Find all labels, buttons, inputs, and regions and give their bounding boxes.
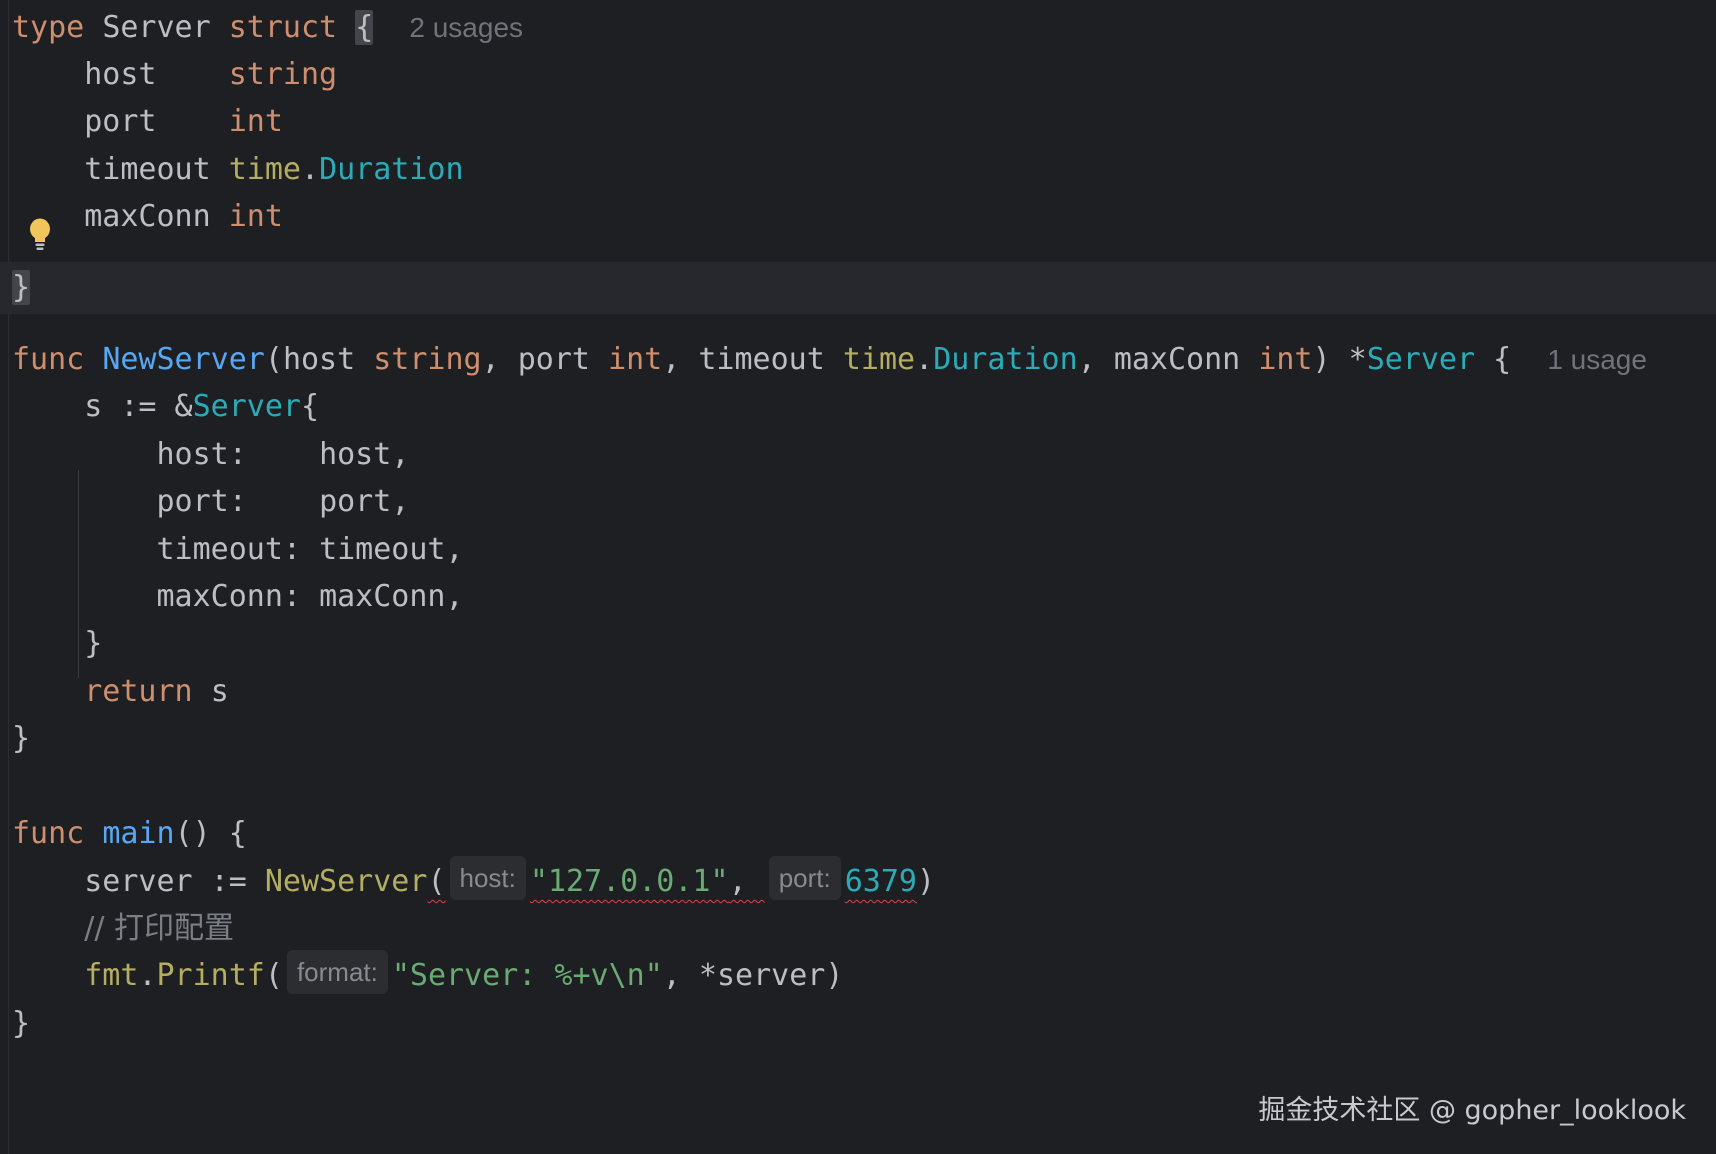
usages-inlay[interactable]: 2 usages	[409, 12, 523, 43]
param-port: port	[517, 342, 590, 377]
field-key-timeout: timeout	[156, 532, 283, 567]
code-line-13[interactable]: maxConn: maxConn,	[12, 571, 464, 623]
func-main[interactable]: main	[102, 816, 174, 851]
code-line-3[interactable]: port int	[12, 96, 283, 148]
call-printf[interactable]: Printf	[157, 958, 265, 993]
param-hint-format: format:	[286, 950, 388, 994]
call-newserver[interactable]: NewServer	[265, 864, 428, 899]
value-host: host	[319, 437, 392, 472]
field-maxconn[interactable]: maxConn	[84, 199, 210, 234]
var-s: s	[210, 674, 229, 709]
type-duration: Duration	[319, 152, 464, 187]
code-line-2[interactable]: host string	[12, 49, 337, 101]
type-duration: Duration	[933, 342, 1078, 377]
param-host: host	[282, 342, 356, 377]
arg-format-string: "Server: %+v\n"	[391, 958, 663, 993]
type-string: string	[228, 57, 338, 92]
code-line-15[interactable]: return s	[12, 666, 229, 718]
field-key-maxconn: maxConn	[156, 579, 283, 614]
field-key-port: port	[156, 484, 229, 519]
field-host[interactable]: host	[84, 57, 156, 92]
code-line-10[interactable]: host: host,	[12, 429, 410, 481]
code-line-5[interactable]: maxConn int	[12, 191, 283, 243]
var-s: s	[84, 389, 103, 424]
code-line-22[interactable]: }	[12, 998, 30, 1050]
type-int: int	[608, 342, 663, 377]
return-type-server: Server	[1366, 342, 1476, 377]
value-maxconn: maxConn	[319, 579, 446, 614]
code-line-20[interactable]: // 打印配置	[12, 903, 234, 955]
keyword-return: return	[84, 674, 193, 709]
type-int: int	[1258, 342, 1313, 377]
value-port: port	[319, 484, 392, 519]
code-line-1[interactable]: type Server struct { 2 usages	[12, 2, 523, 54]
code-line-19[interactable]: server := NewServer(host: "127.0.0.1", po…	[12, 856, 935, 908]
code-line-9[interactable]: s := &Server{	[12, 381, 319, 433]
type-string: string	[373, 342, 482, 377]
comment: // 打印配置	[84, 911, 235, 946]
field-port[interactable]: port	[84, 104, 156, 139]
code-line-6[interactable]: }	[12, 262, 31, 314]
code-line-18[interactable]: func main() {	[12, 808, 247, 860]
field-timeout[interactable]: timeout	[84, 152, 210, 187]
struct-name[interactable]: Server	[102, 10, 210, 45]
package-time: time	[228, 152, 301, 187]
keyword-struct: struct	[228, 10, 338, 45]
watermark: 掘金技术社区 @ gopher_looklook	[1258, 1095, 1686, 1126]
func-newserver[interactable]: NewServer	[102, 342, 265, 377]
arg-host-string: "127.0.0.1"	[529, 864, 729, 899]
package-fmt: fmt	[84, 958, 139, 993]
code-line-4[interactable]: timeout time.Duration	[12, 144, 464, 196]
keyword-func: func	[12, 816, 85, 851]
matched-brace: {	[355, 10, 374, 45]
keyword-type: type	[12, 10, 85, 45]
code-line-14[interactable]: }	[12, 618, 102, 670]
code-line-11[interactable]: port: port,	[12, 476, 410, 528]
type-server: Server	[192, 389, 301, 424]
matched-brace: }	[12, 270, 31, 305]
gutter-border	[8, 0, 9, 1154]
type-int: int	[228, 104, 283, 139]
current-line-highlight	[0, 262, 1716, 314]
code-line-12[interactable]: timeout: timeout,	[12, 524, 464, 576]
arg-server: server	[716, 958, 826, 993]
param-maxconn: maxConn	[1113, 342, 1241, 377]
value-timeout: timeout	[319, 532, 446, 567]
param-hint-port: port:	[768, 856, 841, 900]
package-time: time	[842, 342, 916, 377]
param-timeout: timeout	[698, 342, 825, 377]
arg-port-number: 6379	[844, 864, 917, 899]
param-hint-host: host:	[449, 856, 526, 900]
field-key-host: host	[156, 437, 229, 472]
usages-inlay[interactable]: 1 usage	[1547, 344, 1647, 375]
code-line-8[interactable]: func NewServer(host string, port int, ti…	[12, 334, 1647, 386]
code-line-21[interactable]: fmt.Printf(format: "Server: %+v\n", *serv…	[12, 950, 843, 1002]
code-line-16[interactable]: }	[12, 713, 30, 765]
type-int: int	[228, 199, 283, 234]
code-editor[interactable]: type Server struct { 2 usages host strin…	[0, 0, 1716, 1154]
keyword-func: func	[12, 342, 85, 377]
var-server: server	[84, 864, 193, 899]
